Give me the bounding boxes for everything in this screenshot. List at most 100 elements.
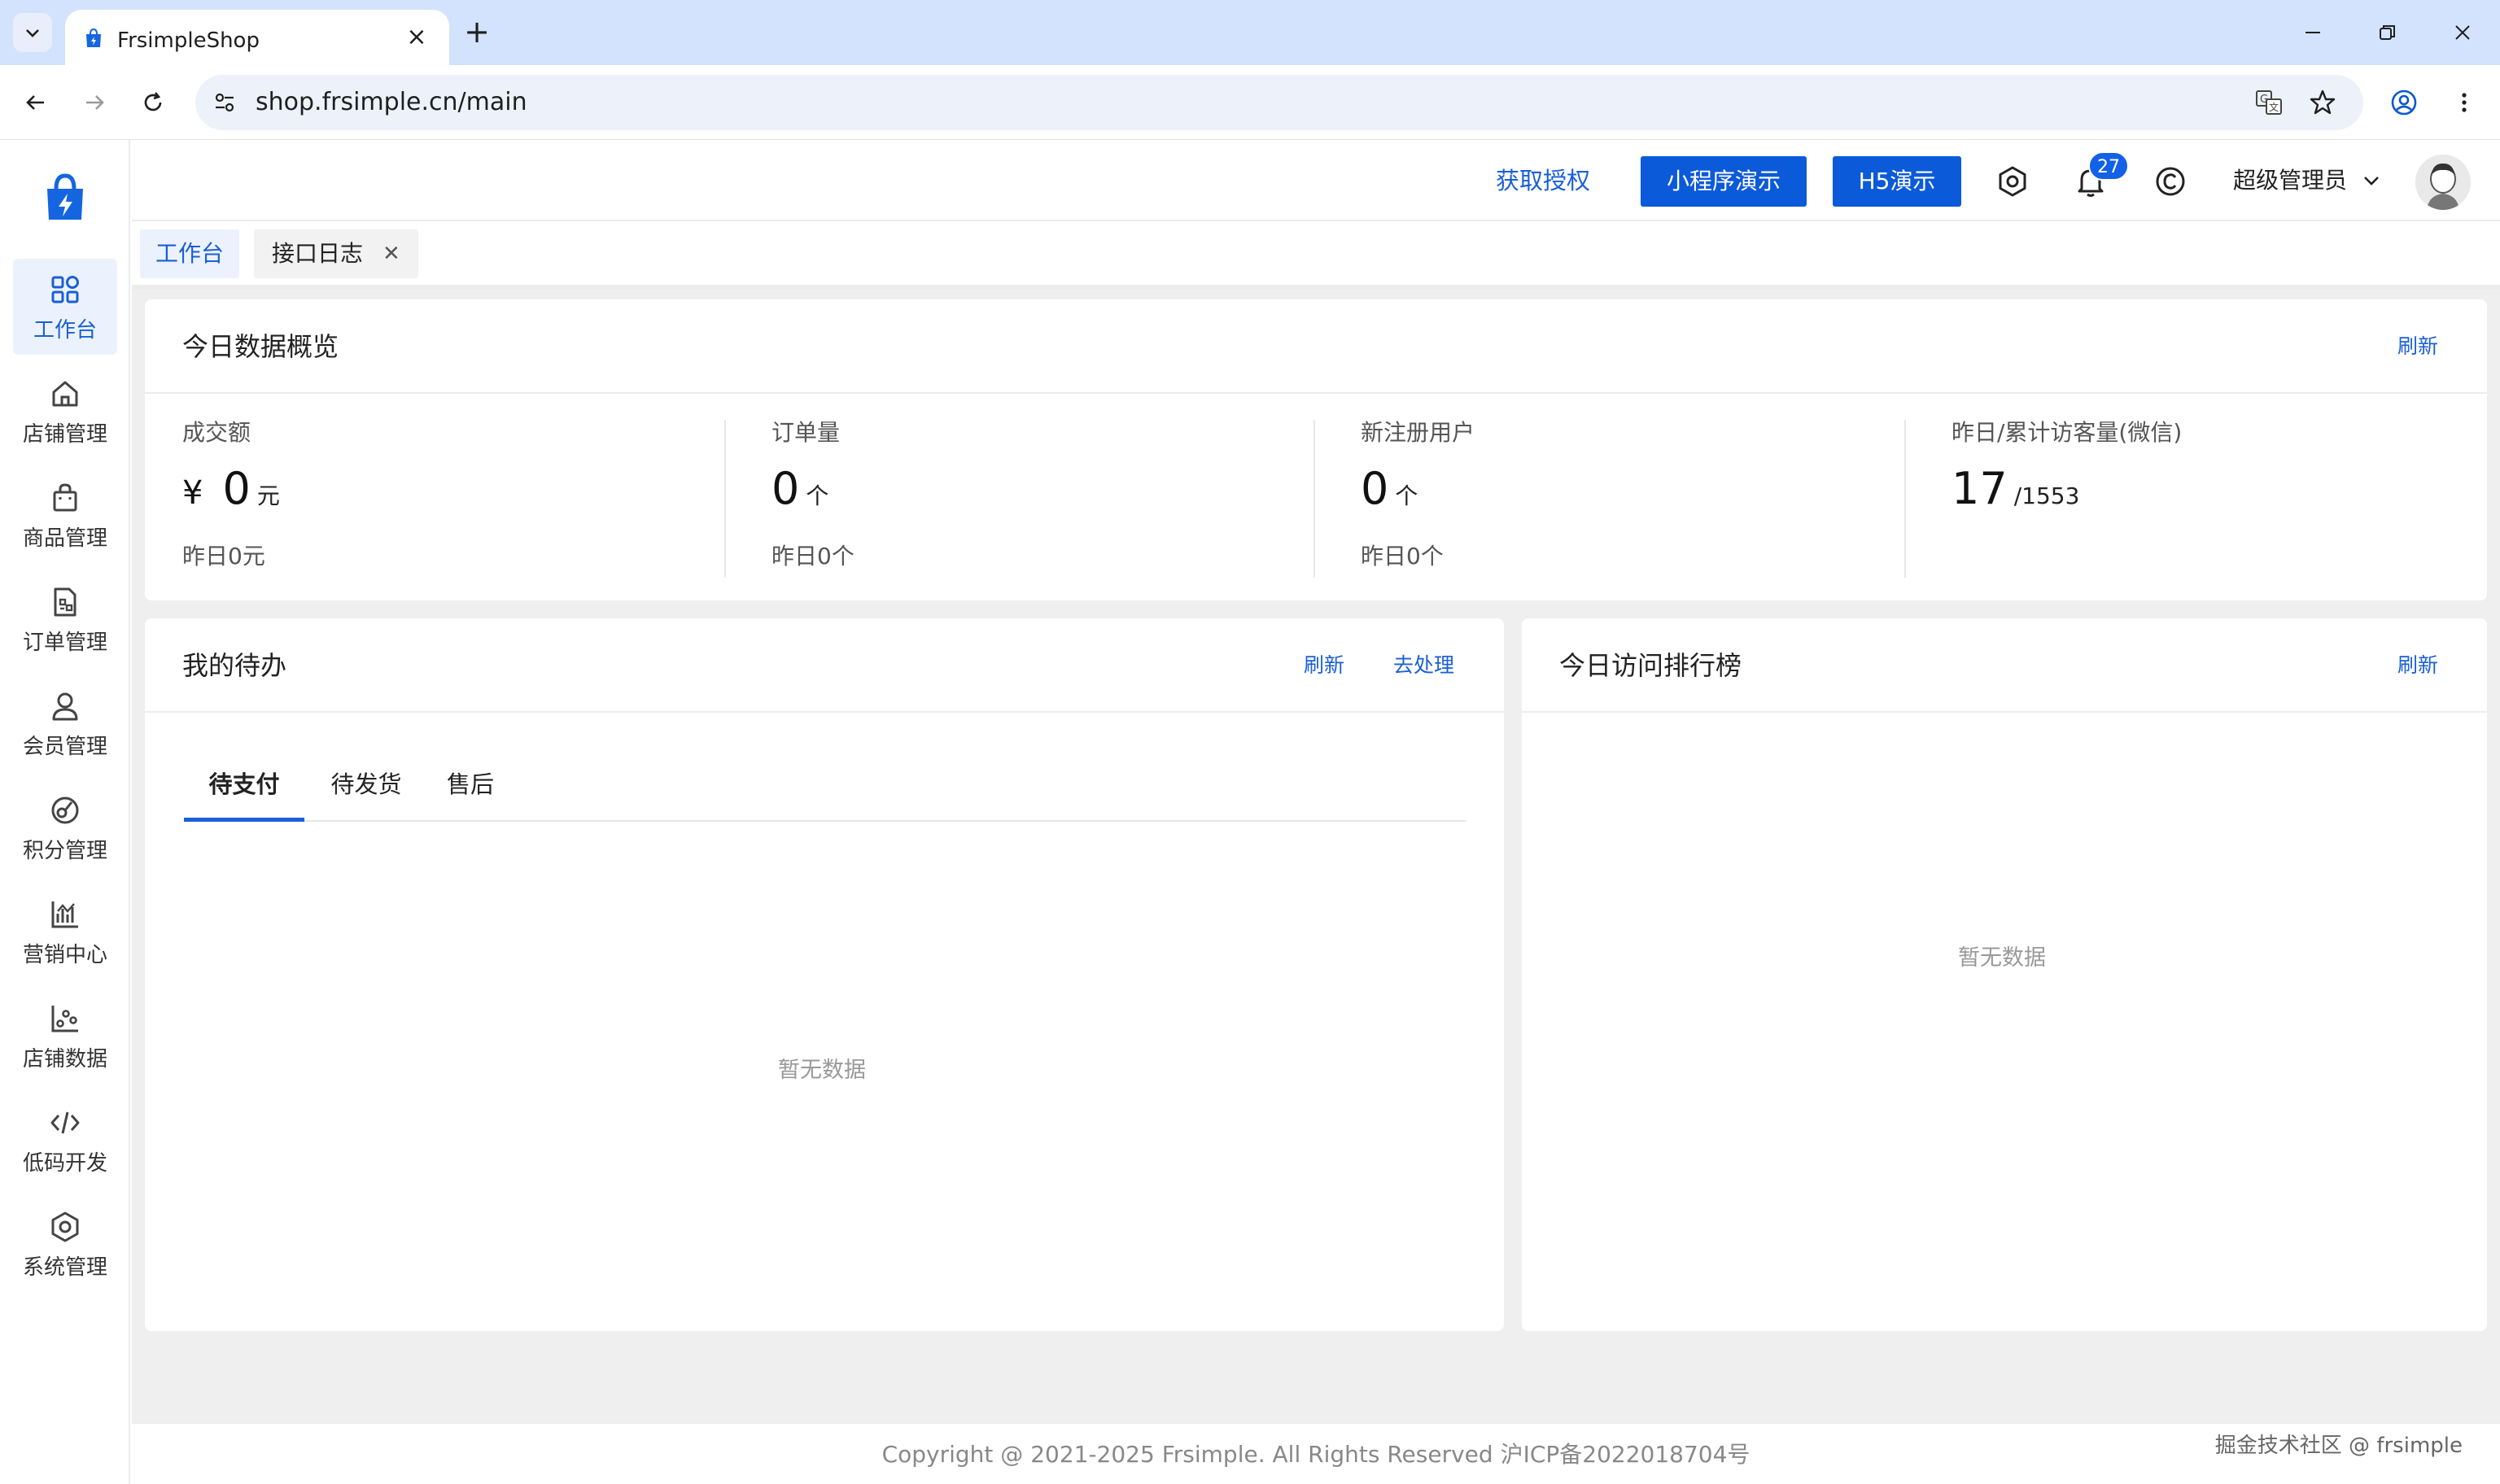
settings-icon[interactable] <box>1994 163 2031 200</box>
close-window-button[interactable] <box>2438 13 2487 52</box>
browser-toolbar: shop.frsimple.cn/main G文 <box>0 65 2500 140</box>
refresh-link[interactable]: 刷新 <box>2397 334 2438 360</box>
chevron-down-icon <box>26 29 39 37</box>
stat-unit: 个 <box>1395 482 1418 509</box>
tag-workbench[interactable]: 工作台 <box>140 229 239 278</box>
stat-divider <box>1904 420 1906 578</box>
card-header: 我的待办 刷新 去处理 <box>145 618 1504 713</box>
stat-label: 订单量 <box>771 419 841 446</box>
stat-number: 0 <box>771 463 800 514</box>
sidebar-item-lowcode[interactable]: 低码开发 <box>13 1092 117 1188</box>
data-scatter-icon <box>51 1006 78 1032</box>
stat-unit: 元 <box>256 482 280 509</box>
stat-yesterday: 昨日0个 <box>771 543 854 570</box>
sidebar-item-store-data[interactable]: 店铺数据 <box>13 988 117 1084</box>
get-authorization-link[interactable]: 获取授权 <box>1496 164 1590 197</box>
stat-unit: /1553 <box>2013 482 2080 509</box>
close-icon[interactable]: ✕ <box>382 229 400 278</box>
card-title: 今日数据概览 <box>182 331 339 362</box>
tags-bar: 工作台 接口日志 ✕ <box>132 221 2500 290</box>
stat-orders: 订单量 0个 昨日0个 <box>771 418 1341 573</box>
member-user-icon <box>52 692 78 721</box>
tab-search-button[interactable] <box>13 13 52 52</box>
shop-favicon-icon <box>86 28 101 47</box>
url-text[interactable]: shop.frsimple.cn/main <box>256 88 527 117</box>
close-tab-icon[interactable]: × <box>400 21 433 54</box>
sidebar-item-orders[interactable]: 订单管理 <box>13 571 117 667</box>
chevron-down-icon[interactable] <box>2360 169 2383 192</box>
account-circle-icon <box>2391 89 2417 116</box>
tune-icon <box>215 93 234 112</box>
h5-demo-button[interactable]: H5演示 <box>1833 156 1961 207</box>
stat-number: 0 <box>1361 463 1389 514</box>
settings-hexagon-icon <box>51 1211 79 1242</box>
currency-symbol: ¥ <box>182 474 203 512</box>
more-vertical-icon <box>2462 93 2467 112</box>
stat-number: 0 <box>222 463 251 514</box>
browser-menu-button[interactable] <box>2445 83 2484 122</box>
copyright-icon[interactable] <box>2152 163 2189 200</box>
todo-card: 我的待办 刷新 去处理 待支付 待发货 售后 暂无数据 <box>145 618 1504 1331</box>
sidebar-item-products[interactable]: 商品管理 <box>13 467 117 563</box>
restore-button[interactable] <box>2363 13 2412 52</box>
refresh-link[interactable]: 刷新 <box>1304 653 1344 679</box>
todo-tabs: 待支付 待发货 售后 <box>184 762 1466 822</box>
sidebar-item-system[interactable]: 系统管理 <box>13 1196 117 1292</box>
stat-yesterday: 昨日0个 <box>1361 543 1444 570</box>
stat-new-users: 新注册用户 0个 昨日0个 <box>1361 418 1930 573</box>
sidebar-item-members[interactable]: 会员管理 <box>13 675 117 771</box>
restore-icon <box>2380 25 2395 40</box>
tab-after-sales[interactable]: 售后 <box>425 762 516 822</box>
back-button[interactable] <box>16 83 55 122</box>
stat-yesterday: 昨日0元 <box>182 543 265 570</box>
profile-button[interactable] <box>2384 83 2424 122</box>
reload-icon <box>144 92 162 111</box>
stat-value: ¥0 元 <box>182 462 280 523</box>
sidebar-item-points[interactable]: 积分管理 <box>13 779 117 875</box>
sidebar: 工作台 店铺管理 商品管理 订单管理 会员管理 积分管理 营销中心 店铺数据 低… <box>0 140 130 1484</box>
address-bar[interactable]: shop.frsimple.cn/main G文 <box>195 75 2363 130</box>
svg-text:文: 文 <box>2269 101 2279 113</box>
user-avatar-icon <box>2415 155 2471 210</box>
browser-tab[interactable]: FrsimpleShop × <box>65 10 449 65</box>
tab-pending-payment[interactable]: 待支付 <box>184 762 304 822</box>
tab-pending-shipment[interactable]: 待发货 <box>308 762 425 822</box>
translate-icon[interactable]: G文 <box>2253 86 2285 119</box>
reload-button[interactable] <box>133 83 173 122</box>
minimize-icon <box>2306 32 2320 33</box>
refresh-link[interactable]: 刷新 <box>2397 653 2438 679</box>
sidebar-item-store[interactable]: 店铺管理 <box>13 363 117 459</box>
sidebar-item-workbench[interactable]: 工作台 <box>13 259 117 355</box>
page-footer: Copyright @ 2021-2025 Frsimple. All Righ… <box>132 1422 2500 1484</box>
user-menu[interactable]: 超级管理员 <box>2233 164 2347 197</box>
empty-state-text: 暂无数据 <box>778 1058 866 1083</box>
stat-label: 昨日/累计访客量(微信) <box>1951 419 2183 446</box>
watermark-text: 掘金技术社区 @ frsimple <box>2214 1434 2463 1458</box>
forward-button[interactable] <box>75 83 114 122</box>
points-icon <box>51 797 79 824</box>
minimize-button[interactable] <box>2288 13 2337 52</box>
order-document-icon <box>54 587 76 617</box>
app: 工作台 店铺管理 商品管理 订单管理 会员管理 积分管理 营销中心 店铺数据 低… <box>0 140 2500 1484</box>
dashboard-icon <box>51 276 79 303</box>
new-tab-button[interactable]: + <box>457 13 496 52</box>
tag-api-log[interactable]: 接口日志 ✕ <box>254 229 418 278</box>
card-title: 今日访问排行榜 <box>1559 650 1742 681</box>
site-settings-icon[interactable] <box>210 88 239 117</box>
avatar[interactable] <box>2415 155 2471 210</box>
stat-visitors: 昨日/累计访客量(微信) 17/1553 <box>1951 418 2500 573</box>
tag-label: 接口日志 <box>272 240 364 267</box>
sidebar-item-label: 工作台 <box>33 318 97 343</box>
bookmark-star-icon[interactable] <box>2306 86 2339 119</box>
card-header: 今日数据概览 刷新 <box>145 299 2487 394</box>
stat-number: 17 <box>1951 463 2008 514</box>
stat-label: 新注册用户 <box>1361 419 1475 446</box>
go-process-link[interactable]: 去处理 <box>1393 653 1454 679</box>
sidebar-item-label: 系统管理 <box>22 1255 107 1280</box>
miniapp-demo-button[interactable]: 小程序演示 <box>1641 156 1807 207</box>
empty-state-text: 暂无数据 <box>1958 945 2046 971</box>
sidebar-item-marketing[interactable]: 营销中心 <box>13 884 117 980</box>
sidebar-item-label: 会员管理 <box>22 735 107 759</box>
store-icon <box>52 381 78 407</box>
sidebar-item-label: 订单管理 <box>22 631 107 655</box>
